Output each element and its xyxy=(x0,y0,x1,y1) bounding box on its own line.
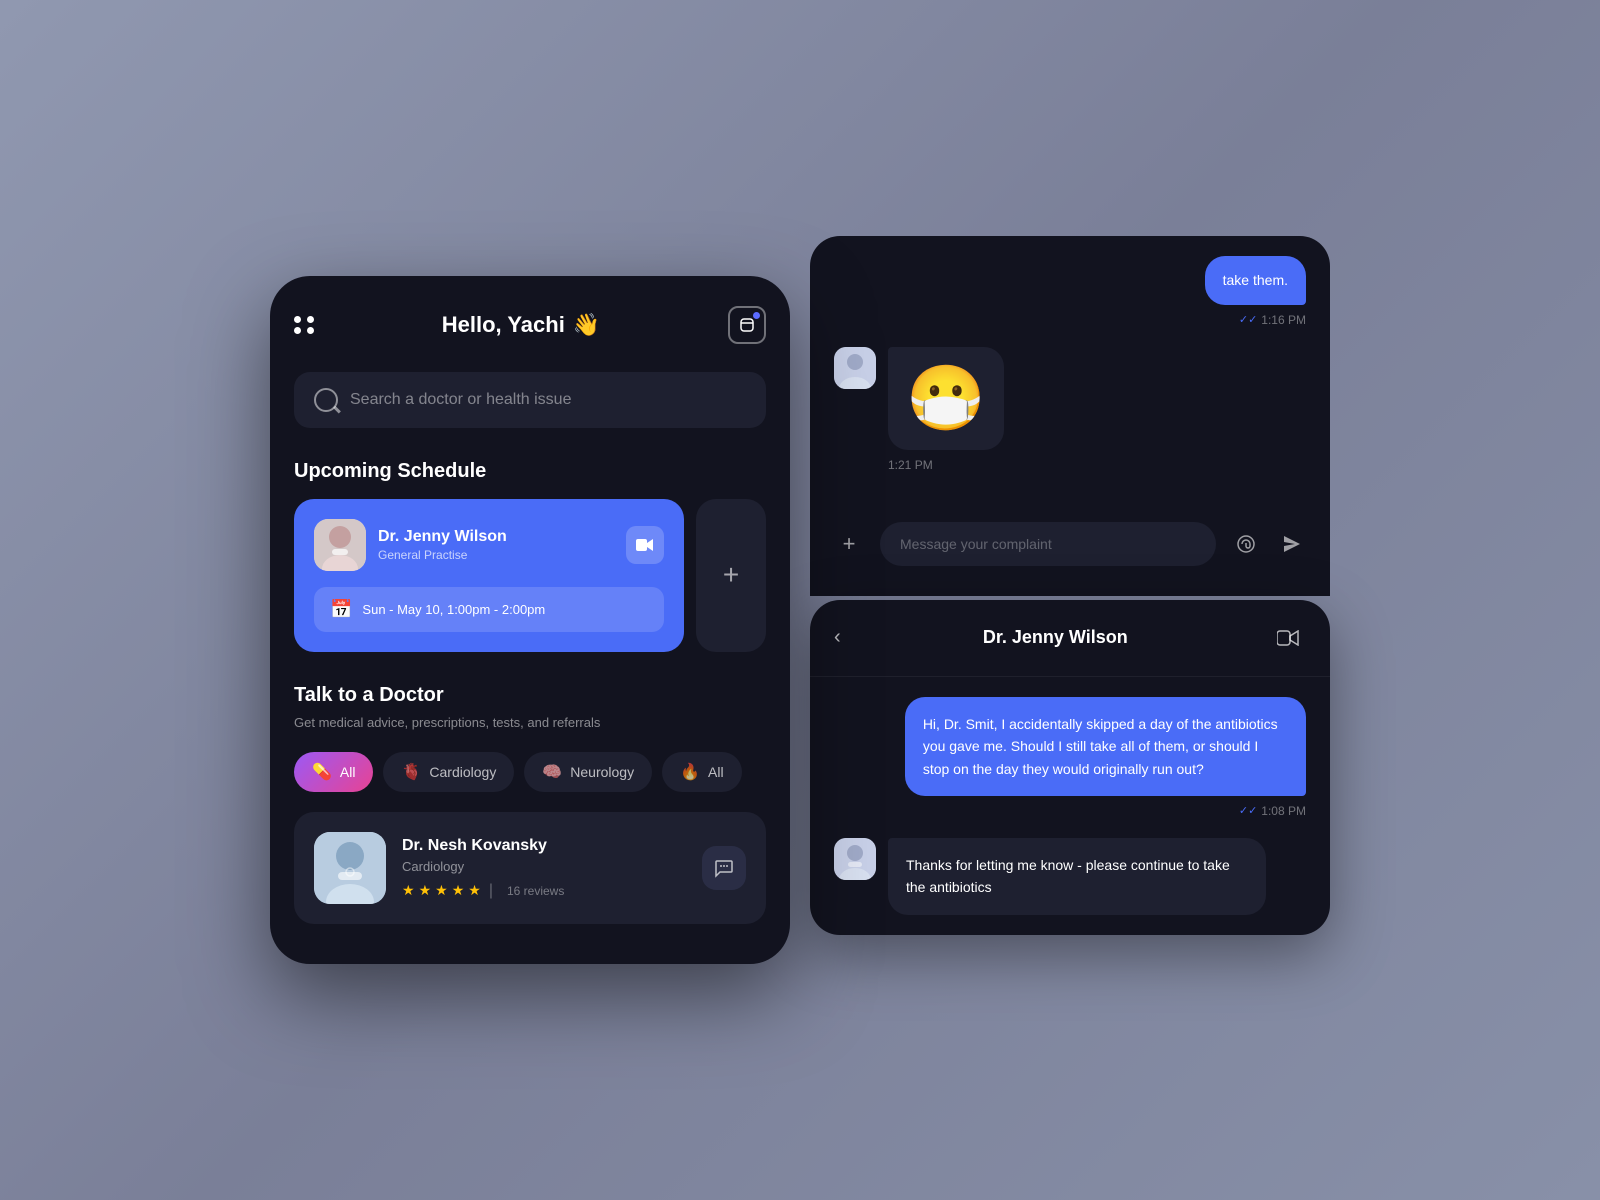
dot xyxy=(294,327,301,334)
doctor-name: Dr. Jenny Wilson xyxy=(378,528,507,546)
left-phone: Hello, Yachi 👋 Search a doctor or health… xyxy=(270,276,790,965)
doctor-text: Dr. Jenny Wilson General Practise xyxy=(378,528,507,562)
dot xyxy=(307,316,314,323)
sent-bubble-1: take them. xyxy=(1205,256,1306,305)
doctor-list-card[interactable]: Dr. Nesh Kovansky Cardiology ★ ★ ★ ★ ★ |… xyxy=(294,812,766,924)
doctor-list-name: Dr. Nesh Kovansky xyxy=(402,837,686,855)
sent-message-1: take them. xyxy=(834,256,1306,305)
top-chat-panel: take them. ✓✓ 1:16 PM xyxy=(810,236,1330,596)
divider: | xyxy=(489,882,493,900)
tab-emoji-cardiology: 🫀 xyxy=(401,762,421,782)
time-label-1: 1:16 PM xyxy=(1261,313,1306,327)
filter-tab-cardiology[interactable]: 🫀 Cardiology xyxy=(383,752,514,792)
video-call-button[interactable] xyxy=(626,526,664,564)
notification-dot xyxy=(753,312,760,319)
doctor-avatar xyxy=(314,519,366,571)
greeting-label: Hello, Yachi xyxy=(442,312,565,338)
top-chat-messages: take them. ✓✓ 1:16 PM xyxy=(810,236,1330,512)
read-check-2: ✓✓ xyxy=(1239,804,1257,817)
recv-avatar-2 xyxy=(834,838,876,880)
add-icon: + xyxy=(723,559,739,591)
chat-header: ‹ Dr. Jenny Wilson xyxy=(810,600,1330,677)
schedule-time-row: 📅 Sun - May 10, 1:00pm - 2:00pm xyxy=(314,587,664,632)
sent-text-2: Hi, Dr. Smit, I accidentally skipped a d… xyxy=(923,716,1278,777)
tab-label-all: All xyxy=(340,764,356,780)
schedule-row: Dr. Jenny Wilson General Practise 📅 Sun … xyxy=(294,499,766,652)
message-input[interactable]: Message your complaint xyxy=(880,522,1216,566)
calendar-icon: 📅 xyxy=(330,599,352,620)
video-call-icon[interactable] xyxy=(1270,620,1306,656)
greeting-emoji: 👋 xyxy=(573,312,600,338)
panels-container: Hello, Yachi 👋 Search a doctor or health… xyxy=(270,236,1330,965)
tab-emoji-neurology: 🧠 xyxy=(542,762,562,782)
send-button[interactable] xyxy=(1274,526,1310,562)
sent-time-1: ✓✓ 1:16 PM xyxy=(834,313,1306,327)
talk-section-subtitle: Get medical advice, prescriptions, tests… xyxy=(294,713,766,733)
add-appointment-card[interactable]: + xyxy=(696,499,766,652)
input-actions xyxy=(1228,526,1310,562)
sent-bubble-2: Hi, Dr. Smit, I accidentally skipped a d… xyxy=(905,697,1306,796)
star-5: ★ xyxy=(468,882,481,899)
emoji-mask: 😷 xyxy=(906,361,986,436)
search-placeholder: Search a doctor or health issue xyxy=(350,391,571,409)
doctor-specialty: General Practise xyxy=(378,548,507,562)
bottom-chat-panel: ‹ Dr. Jenny Wilson Hi, Dr. Smit, I accid… xyxy=(810,600,1330,935)
tab-label-more: All xyxy=(708,764,724,780)
message-input-row: + Message your complaint xyxy=(810,522,1330,566)
recv-text-2: Thanks for letting me know - please cont… xyxy=(906,857,1230,895)
filter-tabs: 💊 All 🫀 Cardiology 🧠 Neurology 🔥 All xyxy=(294,752,766,792)
recv-bubble-1: 😷 xyxy=(888,347,1004,450)
filter-tab-all[interactable]: 💊 All xyxy=(294,752,373,792)
greeting-text: Hello, Yachi 👋 xyxy=(442,312,601,338)
received-message-2: Thanks for letting me know - please cont… xyxy=(834,838,1306,915)
bottom-chat-messages: Hi, Dr. Smit, I accidentally skipped a d… xyxy=(810,677,1330,935)
upcoming-schedule-title: Upcoming Schedule xyxy=(294,460,766,483)
tab-label-neurology: Neurology xyxy=(570,764,634,780)
star-2: ★ xyxy=(419,882,432,899)
doctor-list-info: Dr. Nesh Kovansky Cardiology ★ ★ ★ ★ ★ |… xyxy=(402,837,686,900)
star-4: ★ xyxy=(452,882,465,899)
doctor-list-specialty: Cardiology xyxy=(402,859,686,874)
stars-row: ★ ★ ★ ★ ★ | 16 reviews xyxy=(402,882,686,900)
sent-time-2: ✓✓ 1:08 PM xyxy=(834,804,1306,818)
recv-avatar-1 xyxy=(834,347,876,389)
search-bar[interactable]: Search a doctor or health issue xyxy=(294,372,766,428)
add-attachment-button[interactable]: + xyxy=(830,525,868,563)
phone-header: Hello, Yachi 👋 xyxy=(294,306,766,344)
tab-emoji-more: 🔥 xyxy=(680,762,700,782)
chat-button[interactable] xyxy=(702,846,746,890)
filter-tab-more[interactable]: 🔥 All xyxy=(662,752,741,792)
doctor-list-avatar xyxy=(314,832,386,904)
talk-section-title: Talk to a Doctor xyxy=(294,684,766,707)
star-1: ★ xyxy=(402,882,415,899)
schedule-card[interactable]: Dr. Jenny Wilson General Practise 📅 Sun … xyxy=(294,499,684,652)
received-message-1: 😷 xyxy=(834,347,1306,450)
tab-emoji-all: 💊 xyxy=(312,762,332,782)
sent-message-2: Hi, Dr. Smit, I accidentally skipped a d… xyxy=(834,697,1306,796)
appointment-time: Sun - May 10, 1:00pm - 2:00pm xyxy=(362,602,545,617)
message-placeholder: Message your complaint xyxy=(900,536,1052,552)
right-panels: take them. ✓✓ 1:16 PM xyxy=(810,236,1330,935)
chat-doctor-name: Dr. Jenny Wilson xyxy=(983,627,1128,648)
reviews-count: 16 reviews xyxy=(507,884,564,898)
star-3: ★ xyxy=(435,882,448,899)
sent-text-1: take them. xyxy=(1223,272,1288,288)
doctor-info: Dr. Jenny Wilson General Practise xyxy=(314,519,507,571)
time-label-2: 1:08 PM xyxy=(1261,804,1306,818)
filter-tab-neurology[interactable]: 🧠 Neurology xyxy=(524,752,652,792)
tab-label-cardiology: Cardiology xyxy=(429,764,496,780)
doctor-row: Dr. Jenny Wilson General Practise xyxy=(314,519,664,571)
back-button[interactable]: ‹ xyxy=(834,626,841,649)
recv-time-1: 1:21 PM xyxy=(888,458,1306,472)
notification-button[interactable] xyxy=(728,306,766,344)
menu-dots-icon[interactable] xyxy=(294,316,314,334)
dot xyxy=(307,327,314,334)
search-icon xyxy=(314,388,338,412)
read-check-icon: ✓✓ xyxy=(1239,313,1257,326)
attachment-button[interactable] xyxy=(1228,526,1264,562)
dot xyxy=(294,316,301,323)
recv-bubble-2: Thanks for letting me know - please cont… xyxy=(888,838,1266,915)
